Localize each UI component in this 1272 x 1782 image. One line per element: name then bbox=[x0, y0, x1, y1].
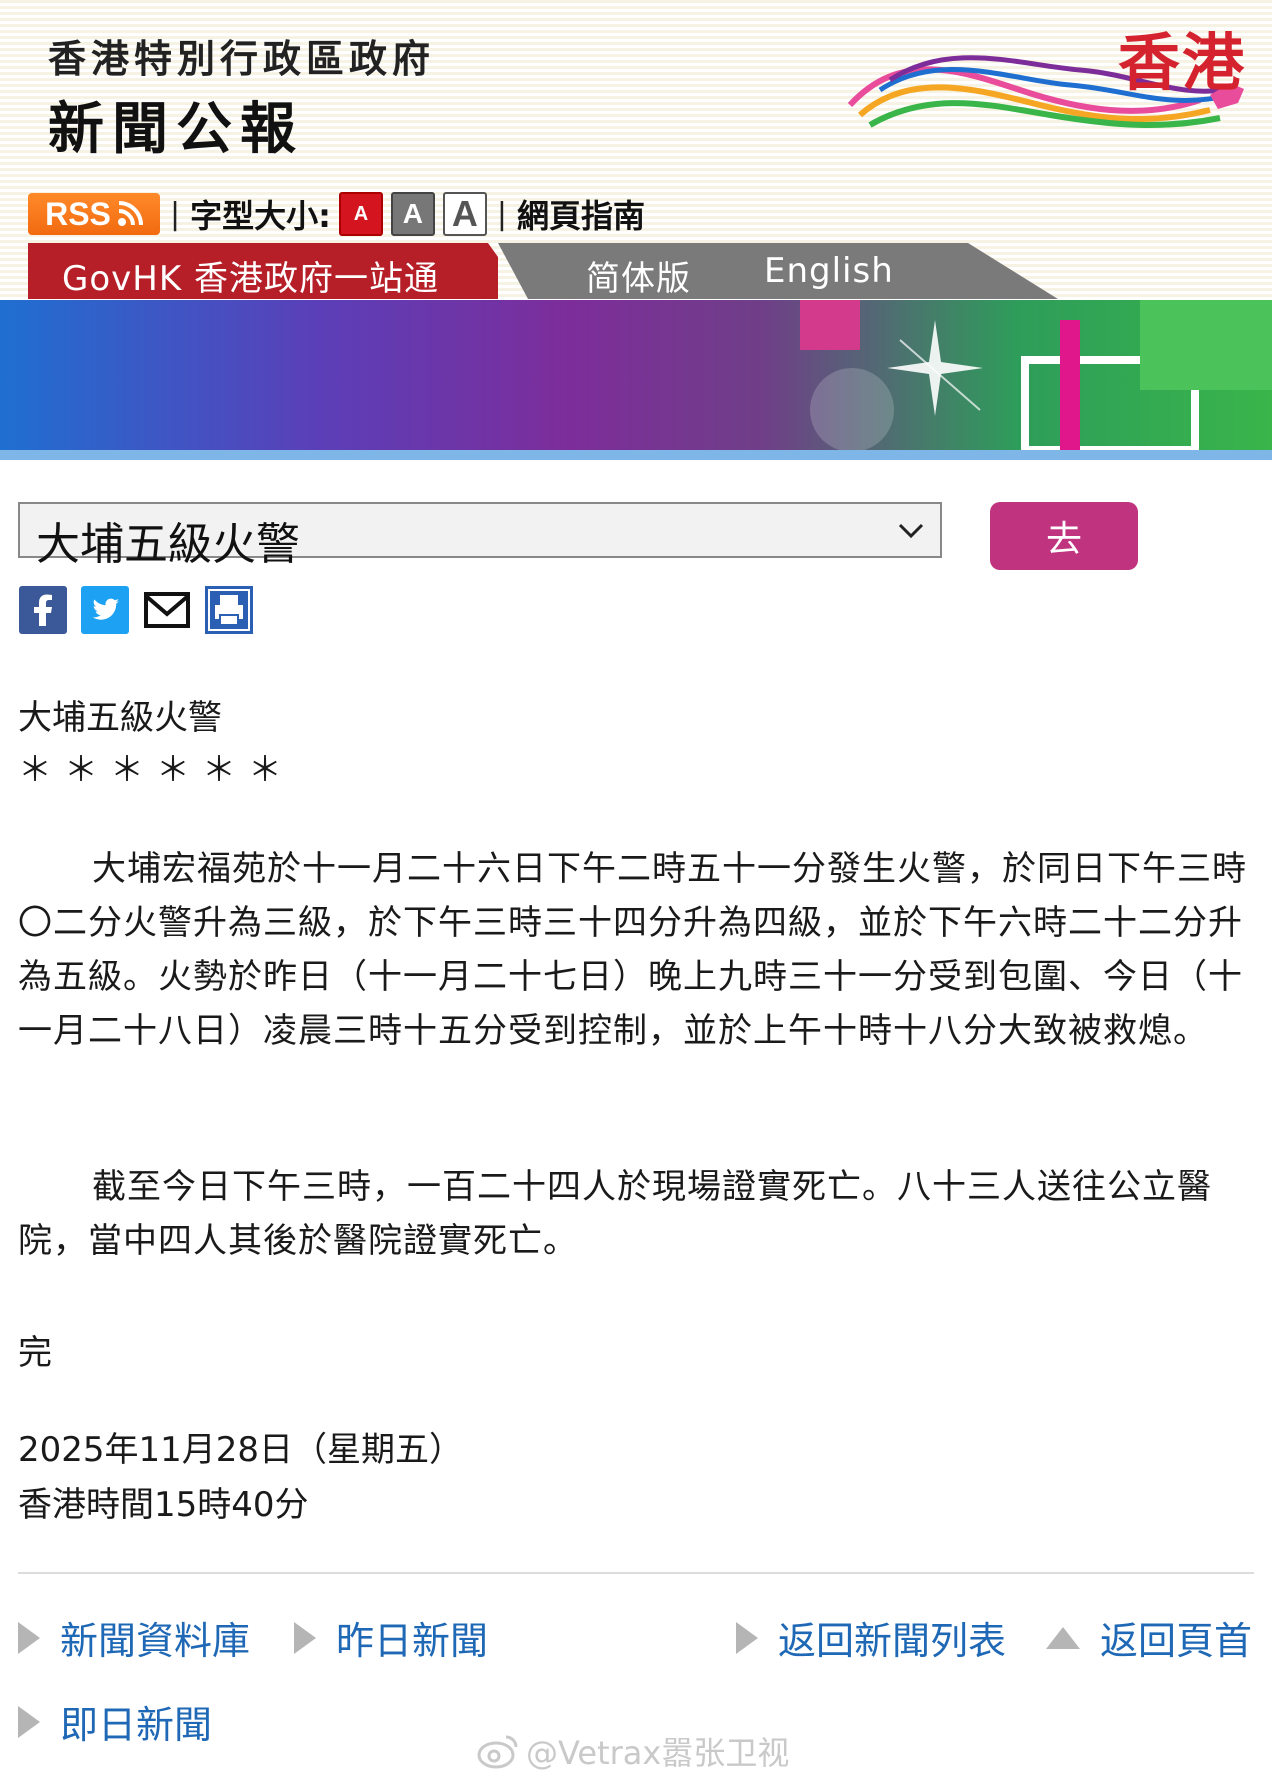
decorative-banner bbox=[0, 300, 1272, 450]
article-end-mark: 完 bbox=[18, 1333, 52, 1373]
brand-hong-kong-text: 香港 bbox=[1117, 26, 1246, 99]
back-to-top-label: 返回頁首 bbox=[1100, 1619, 1253, 1663]
english-link[interactable]: English bbox=[764, 251, 894, 291]
footer-divider bbox=[18, 1572, 1254, 1574]
article-date: 2025年11月28日（星期五） bbox=[18, 1430, 464, 1470]
yesterday-news-label: 昨日新聞 bbox=[336, 1619, 489, 1663]
arrow-right-icon bbox=[736, 1621, 758, 1654]
rss-label: RSS bbox=[45, 195, 111, 232]
today-news-label: 即日新聞 bbox=[60, 1703, 213, 1747]
font-size-label: 字型大小: bbox=[190, 197, 331, 235]
simplified-chinese-link[interactable]: 简体版 bbox=[586, 251, 691, 300]
chevron-down-icon bbox=[898, 523, 924, 539]
back-to-list-label: 返回新聞列表 bbox=[778, 1619, 1007, 1663]
utility-toolbar: RSS | 字型大小: A A A | 網頁指南 bbox=[28, 188, 645, 240]
go-button[interactable]: 去 bbox=[990, 502, 1138, 570]
back-to-list-link[interactable]: 返回新聞列表 bbox=[736, 1610, 1006, 1665]
toolbar-separator: | bbox=[496, 196, 508, 232]
rss-icon bbox=[117, 201, 143, 226]
email-icon[interactable] bbox=[142, 586, 192, 634]
arrow-right-icon bbox=[294, 1621, 316, 1654]
top-nav: GovHK 香港政府一站通 简体版 English bbox=[28, 243, 1058, 300]
watermark-text: @Vetrax嚣张卫视 bbox=[526, 1734, 790, 1772]
today-news-link[interactable]: 即日新聞 bbox=[18, 1694, 212, 1749]
gov-title: 香港特別行政區政府 bbox=[48, 37, 436, 81]
font-size-small-button[interactable]: A bbox=[338, 192, 383, 236]
font-size-large-button[interactable]: A bbox=[442, 192, 487, 236]
select-value: 大埔五級火警 bbox=[36, 519, 300, 570]
article-paragraph-2: 截至今日下午三時，一百二十四人於現場證實死亡。八十三人送往公立醫院，當中四人其後… bbox=[18, 1167, 1212, 1261]
yesterday-news-link[interactable]: 昨日新聞 bbox=[294, 1610, 488, 1665]
toolbar-separator: | bbox=[170, 196, 181, 232]
banner-accent-bar bbox=[0, 450, 1272, 460]
article-title: 大埔五級火警 bbox=[18, 698, 222, 738]
article-separator-stars: ＊＊＊＊＊＊ bbox=[18, 750, 294, 790]
site-guide-link[interactable]: 網頁指南 bbox=[517, 191, 645, 237]
watermark: @Vetrax嚣张卫视 bbox=[476, 1728, 789, 1774]
facebook-icon[interactable] bbox=[18, 586, 68, 634]
back-to-top-link[interactable]: 返回頁首 bbox=[1046, 1610, 1252, 1665]
site-title[interactable]: 新聞公報 bbox=[48, 84, 304, 165]
news-archive-label: 新聞資料庫 bbox=[60, 1619, 251, 1663]
site-header: 香港特別行政區政府 新聞公報 香港 RSS | 字型大小: A A A | 網頁… bbox=[0, 0, 1272, 300]
twitter-icon[interactable] bbox=[80, 586, 130, 634]
arrow-up-icon bbox=[1046, 1626, 1080, 1649]
rss-button[interactable]: RSS bbox=[28, 193, 160, 235]
article-time: 香港時間15時40分 bbox=[18, 1485, 309, 1525]
arrow-right-icon bbox=[18, 1621, 40, 1654]
print-icon[interactable] bbox=[204, 586, 254, 634]
press-release-select[interactable]: 大埔五級火警 bbox=[18, 502, 942, 570]
share-toolbar bbox=[18, 586, 254, 634]
article-paragraph-1: 大埔宏福苑於十一月二十六日下午二時五十一分發生火警，於同日下午三時〇二分火警升為… bbox=[18, 849, 1247, 1051]
news-archive-link[interactable]: 新聞資料庫 bbox=[18, 1610, 250, 1665]
weibo-icon bbox=[477, 1735, 518, 1769]
arrow-right-icon bbox=[18, 1705, 40, 1738]
govhk-link[interactable]: GovHK 香港政府一站通 bbox=[62, 251, 439, 300]
font-size-medium-button[interactable]: A bbox=[390, 192, 435, 236]
banner-graphic bbox=[800, 300, 1272, 450]
